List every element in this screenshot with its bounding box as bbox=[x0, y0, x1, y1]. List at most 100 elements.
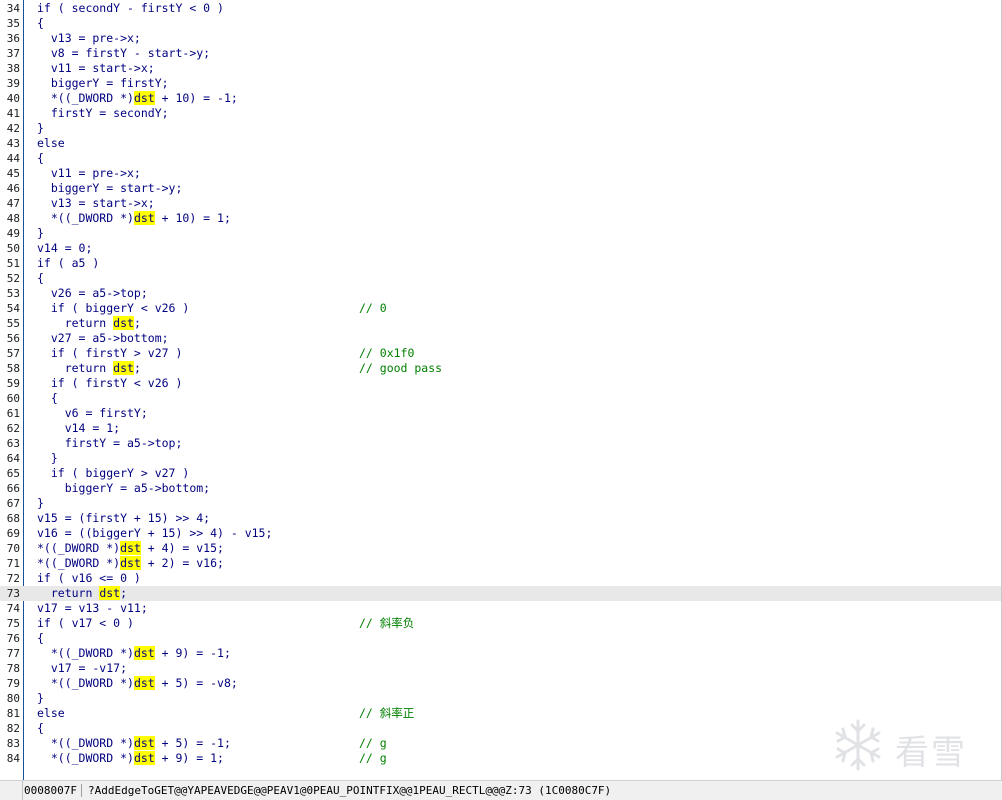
code-line[interactable]: 50 v14 = 0; bbox=[0, 241, 1001, 256]
highlighted-token[interactable]: dst bbox=[133, 211, 155, 225]
code-line[interactable]: 60 { bbox=[0, 391, 1001, 406]
highlighted-token[interactable]: dst bbox=[133, 751, 155, 765]
code-text: if ( firstY < v26 ) bbox=[37, 376, 183, 390]
code-line[interactable]: 65 if ( biggerY > v27 ) bbox=[0, 466, 1001, 481]
code-line[interactable]: 51 if ( a5 ) bbox=[0, 256, 1001, 271]
code-text: else bbox=[37, 136, 65, 150]
code-line[interactable]: 74 v17 = v13 - v11; bbox=[0, 601, 1001, 616]
highlighted-token[interactable]: dst bbox=[133, 676, 155, 690]
code-line[interactable]: 49} bbox=[0, 226, 1001, 241]
code-line[interactable]: 71 *((_DWORD *)dst + 2) = v16; bbox=[0, 556, 1001, 571]
code-line[interactable]: 56 v27 = a5->bottom; bbox=[0, 331, 1001, 346]
highlighted-token[interactable]: dst bbox=[120, 556, 141, 570]
line-number: 60 bbox=[6, 392, 20, 405]
code-line[interactable]: 61 v6 = firstY; bbox=[0, 406, 1001, 421]
line-number: 51 bbox=[6, 257, 20, 270]
code-line[interactable]: 44 { bbox=[0, 151, 1001, 166]
line-number: 44 bbox=[6, 152, 20, 165]
line-number: 52 bbox=[6, 272, 20, 285]
highlighted-token[interactable]: dst bbox=[133, 736, 155, 750]
code-line[interactable]: 64 } bbox=[0, 451, 1001, 466]
code-line[interactable]: 53 v26 = a5->top; bbox=[0, 286, 1001, 301]
code-line[interactable]: 38 v11 = start->x; bbox=[0, 61, 1001, 76]
line-number: 47 bbox=[6, 197, 20, 210]
code-text: return dst; bbox=[37, 316, 141, 330]
code-line[interactable]: 54 if ( biggerY < v26 ) // 0 bbox=[0, 301, 1001, 316]
code-line[interactable]: 63 firstY = a5->top; bbox=[0, 436, 1001, 451]
code-line[interactable]: 34 if ( secondY - firstY < 0 ) bbox=[0, 1, 1001, 16]
highlighted-token[interactable]: dst bbox=[99, 586, 121, 600]
code-text: v15 = (firstY + 15) >> 4; bbox=[37, 511, 211, 525]
code-line[interactable]: 57 if ( firstY > v27 ) // 0x1f0 bbox=[0, 346, 1001, 361]
line-number: 66 bbox=[6, 482, 20, 495]
code-line[interactable]: 48 *((_DWORD *)dst + 10) = 1; bbox=[0, 211, 1001, 226]
code-text: biggerY = a5->bottom; bbox=[37, 481, 211, 495]
code-line[interactable]: 68 v15 = (firstY + 15) >> 4; bbox=[0, 511, 1001, 526]
code-line[interactable]: 66 biggerY = a5->bottom; bbox=[0, 481, 1001, 496]
code-text: if ( v16 <= 0 ) bbox=[37, 571, 141, 585]
highlighted-token[interactable]: dst bbox=[133, 646, 155, 660]
status-address: 0008007F bbox=[24, 784, 82, 797]
code-text: { bbox=[37, 391, 58, 405]
code-comment: // 0x1f0 bbox=[359, 346, 415, 360]
line-number: 79 bbox=[6, 677, 20, 690]
code-line[interactable]: 70 *((_DWORD *)dst + 4) = v15; bbox=[0, 541, 1001, 556]
code-line[interactable]: 77 *((_DWORD *)dst + 9) = -1; bbox=[0, 646, 1001, 661]
code-line[interactable]: 36 v13 = pre->x; bbox=[0, 31, 1001, 46]
code-text: *((_DWORD *)dst + 10) = 1; bbox=[37, 211, 231, 225]
code-line[interactable]: 46 biggerY = start->y; bbox=[0, 181, 1001, 196]
code-text: else bbox=[37, 706, 65, 720]
code-line[interactable]: 58 return dst; // good pass bbox=[0, 361, 1001, 376]
line-number: 61 bbox=[6, 407, 20, 420]
code-line[interactable]: 80} bbox=[0, 691, 1001, 706]
highlighted-token[interactable]: dst bbox=[113, 316, 134, 330]
line-number: 37 bbox=[6, 47, 20, 60]
code-line[interactable]: 69 v16 = ((biggerY + 15) >> 4) - v15; bbox=[0, 526, 1001, 541]
line-number: 62 bbox=[6, 422, 20, 435]
code-line[interactable]: 39 biggerY = firstY; bbox=[0, 76, 1001, 91]
code-line[interactable]: 78 v17 = -v17; bbox=[0, 661, 1001, 676]
line-number: 46 bbox=[6, 182, 20, 195]
code-text: } bbox=[37, 496, 44, 510]
code-line[interactable]: 79 *((_DWORD *)dst + 5) = -v8; bbox=[0, 676, 1001, 691]
code-line[interactable]: 52 { bbox=[0, 271, 1001, 286]
code-line[interactable]: 37 v8 = firstY - start->y; bbox=[0, 46, 1001, 61]
code-line[interactable]: 59 if ( firstY < v26 ) bbox=[0, 376, 1001, 391]
highlighted-token[interactable]: dst bbox=[113, 361, 134, 375]
line-number: 39 bbox=[6, 77, 20, 90]
snowflake-icon bbox=[835, 719, 881, 771]
code-text: { bbox=[37, 16, 44, 30]
code-text: *((_DWORD *)dst + 9) = 1; bbox=[37, 751, 224, 765]
code-line[interactable]: 67} bbox=[0, 496, 1001, 511]
status-left-panel bbox=[0, 781, 23, 800]
code-text: return dst; bbox=[37, 586, 128, 600]
code-line[interactable]: 35 { bbox=[0, 16, 1001, 31]
code-line[interactable]: 41 firstY = secondY; bbox=[0, 106, 1001, 121]
line-number: 36 bbox=[6, 32, 20, 45]
highlighted-token[interactable]: dst bbox=[133, 91, 155, 105]
code-line[interactable]: 40 *((_DWORD *)dst + 10) = -1; bbox=[0, 91, 1001, 106]
code-line[interactable]: 75 if ( v17 < 0 ) // 斜率负 bbox=[0, 616, 1001, 631]
line-number: 42 bbox=[6, 122, 20, 135]
highlighted-token[interactable]: dst bbox=[120, 541, 141, 555]
code-text: if ( biggerY < v26 ) bbox=[37, 301, 190, 315]
code-line[interactable]: 73 return dst; bbox=[0, 586, 1001, 601]
pseudocode-view[interactable]: 34 if ( secondY - firstY < 0 ) 35 {36 v13 =… bbox=[0, 0, 1002, 780]
code-comment: // g bbox=[359, 751, 387, 765]
code-line[interactable]: 55 return dst; bbox=[0, 316, 1001, 331]
code-text: *((_DWORD *)dst + 9) = -1; bbox=[37, 646, 231, 660]
code-line[interactable]: 72 if ( v16 <= 0 ) bbox=[0, 571, 1001, 586]
code-text: v16 = ((biggerY + 15) >> 4) - v15; bbox=[37, 526, 273, 540]
code-line[interactable]: 62 v14 = 1; bbox=[0, 421, 1001, 436]
code-line[interactable]: 45 v11 = pre->x; bbox=[0, 166, 1001, 181]
line-number: 57 bbox=[6, 347, 20, 360]
code-line[interactable]: 47 v13 = start->x; bbox=[0, 196, 1001, 211]
code-text: { bbox=[37, 151, 44, 165]
code-line[interactable]: 42} bbox=[0, 121, 1001, 136]
code-text: if ( secondY - firstY < 0 ) bbox=[37, 1, 224, 15]
code-text: return dst; bbox=[37, 361, 141, 375]
code-text: firstY = secondY; bbox=[37, 106, 169, 120]
code-line[interactable]: 76 { bbox=[0, 631, 1001, 646]
code-text: v6 = firstY; bbox=[37, 406, 148, 420]
code-line[interactable]: 43 else bbox=[0, 136, 1001, 151]
